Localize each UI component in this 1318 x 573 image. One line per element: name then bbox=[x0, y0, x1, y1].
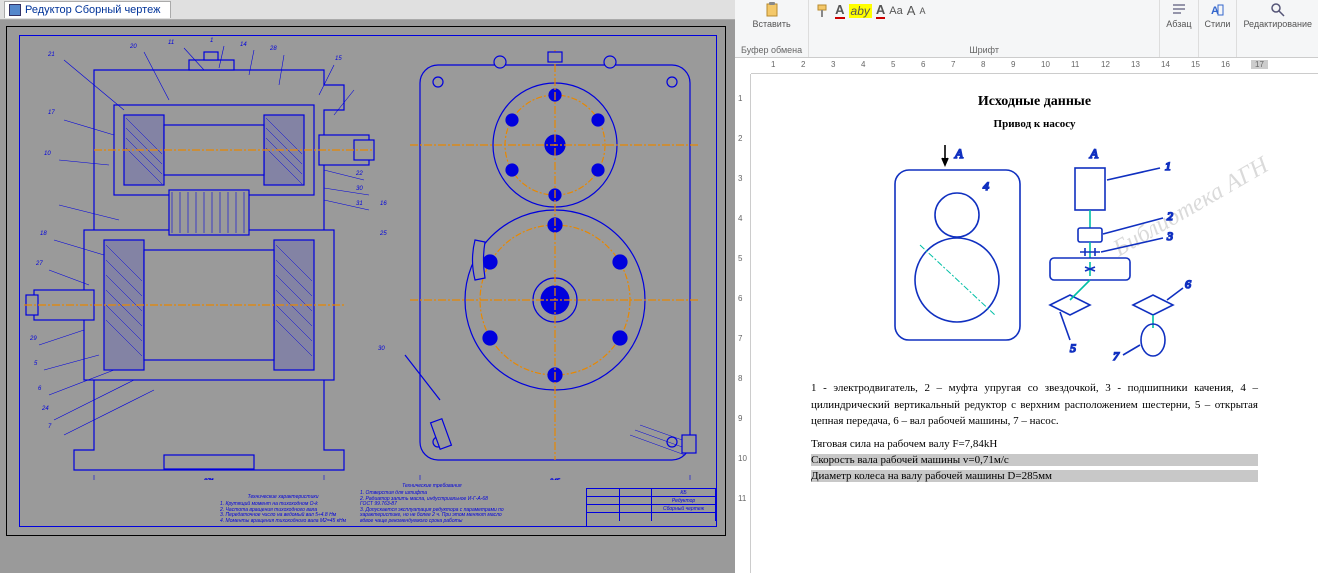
doc-subtitle: Привод к насосу bbox=[811, 118, 1258, 130]
svg-text:4: 4 bbox=[983, 179, 989, 193]
ribbon: Вставить Буфер обмена A aby A Aa A A Шри… bbox=[735, 0, 1318, 58]
shrink-font-button[interactable]: A bbox=[919, 6, 925, 16]
cad-tab-label: Редуктор Сборный чертеж bbox=[25, 4, 160, 16]
callout: 16 bbox=[380, 201, 387, 207]
callout: 5 bbox=[34, 361, 37, 367]
paragraph-button[interactable]: Абзац bbox=[1166, 2, 1191, 29]
callout: 18 bbox=[40, 231, 47, 237]
doc-page[interactable]: Библиотека АГН Исходные данные Привод к … bbox=[751, 74, 1318, 573]
svg-text:271: 271 bbox=[203, 479, 214, 480]
font-color-button[interactable]: A bbox=[835, 2, 844, 19]
font-color2-button[interactable]: A bbox=[876, 2, 885, 19]
callout: 17 bbox=[48, 110, 55, 116]
svg-text:5: 5 bbox=[1070, 341, 1076, 355]
cad-drawing-area[interactable]: 27 1 bbox=[0, 20, 735, 573]
ruler-vertical[interactable]: 1 2 3 4 5 6 7 8 9 10 11 bbox=[735, 74, 751, 573]
callout: 10 bbox=[44, 151, 51, 157]
styles-button[interactable]: A Стили bbox=[1205, 2, 1231, 29]
svg-text:А: А bbox=[954, 146, 963, 161]
change-case-button[interactable]: Aa bbox=[889, 5, 902, 17]
ribbon-styles-group: A Стили bbox=[1199, 0, 1238, 57]
callout: 25 bbox=[380, 231, 387, 237]
ruler-horizontal[interactable]: 1 2 3 4 5 6 7 8 9 10 11 12 13 14 15 16 1… bbox=[751, 58, 1318, 74]
callout: 7 bbox=[48, 424, 51, 430]
cad-viewer-panel: Редуктор Сборный чертеж bbox=[0, 0, 735, 573]
find-icon bbox=[1270, 2, 1286, 18]
cad-tab-bar: Редуктор Сборный чертеж bbox=[0, 0, 735, 20]
callout: 24 bbox=[42, 406, 49, 412]
cad-tab-active[interactable]: Редуктор Сборный чертеж bbox=[4, 1, 171, 18]
paste-icon bbox=[764, 2, 780, 18]
styles-icon: A bbox=[1209, 2, 1225, 18]
callout: 30 bbox=[378, 346, 385, 352]
ribbon-editing-group: Редактирование bbox=[1237, 0, 1318, 57]
callout: 6 bbox=[38, 386, 41, 392]
param-velocity: Скорость вала рабочей машины v=0,71м/с bbox=[811, 454, 1258, 466]
param-diameter: Диаметр колеса на валу рабочей машины D=… bbox=[811, 470, 1258, 482]
svg-text:3: 3 bbox=[1166, 229, 1173, 243]
svg-text:2: 2 bbox=[1167, 209, 1173, 223]
callout: 21 bbox=[48, 52, 55, 58]
callout: 11 bbox=[168, 40, 174, 46]
kinematic-diagram: А А 4 1 bbox=[875, 140, 1195, 370]
word-panel: Вставить Буфер обмена A aby A Aa A A Шри… bbox=[735, 0, 1318, 573]
editing-button[interactable]: Редактирование bbox=[1243, 2, 1312, 29]
format-painter-icon[interactable] bbox=[815, 3, 831, 19]
callout: 29 bbox=[30, 336, 37, 342]
paste-button[interactable]: Вставить bbox=[741, 2, 802, 29]
doc-container: 1 2 3 4 5 6 7 8 9 10 11 Библиотека АГН И… bbox=[735, 74, 1318, 573]
notes-right: Технические требования 1. Отверстия для … bbox=[360, 484, 504, 525]
callout: 22 bbox=[356, 171, 363, 177]
highlight-button[interactable]: aby bbox=[849, 4, 872, 18]
callout: 20 bbox=[130, 44, 137, 50]
paragraph-icon bbox=[1171, 2, 1187, 18]
assembly-icon bbox=[9, 4, 21, 16]
ribbon-clipboard-group: Вставить Буфер обмена bbox=[735, 0, 809, 57]
drawing-sheet: 27 1 bbox=[6, 26, 726, 536]
notes-left: Технические характеристики 1. Крутящий м… bbox=[220, 495, 346, 525]
param-force: Тяговая сила на рабочем валу F=7,84kH bbox=[811, 438, 1258, 450]
drawing-frame: 27 1 bbox=[19, 35, 717, 527]
svg-text:1: 1 bbox=[1165, 159, 1171, 173]
svg-text:6: 6 bbox=[1185, 277, 1191, 291]
svg-text:7: 7 bbox=[1113, 349, 1120, 363]
svg-text:245: 245 bbox=[549, 479, 561, 480]
doc-title: Исходные данные bbox=[811, 94, 1258, 110]
callout: 14 bbox=[240, 42, 247, 48]
title-block: КБ Редуктор Сборный чертеж bbox=[586, 488, 716, 526]
callout: 30 bbox=[356, 186, 363, 192]
svg-text:А: А bbox=[1089, 146, 1098, 161]
front-view-drawing: 245 272 bbox=[400, 40, 710, 480]
ribbon-para-group: Абзац bbox=[1160, 0, 1198, 57]
callout: 15 bbox=[335, 56, 342, 62]
callout: 28 bbox=[270, 46, 277, 52]
callout: 27 bbox=[36, 261, 43, 267]
callout: 1 bbox=[210, 38, 213, 44]
ribbon-font-group: A aby A Aa A A Шрифт bbox=[809, 0, 1160, 57]
grow-font-button[interactable]: A bbox=[907, 3, 916, 18]
callout: 31 bbox=[356, 201, 363, 207]
legend-text: 1 - электродвигатель, 2 – муфта упругая … bbox=[811, 380, 1258, 430]
section-view-drawing: 27 1 bbox=[24, 40, 384, 480]
